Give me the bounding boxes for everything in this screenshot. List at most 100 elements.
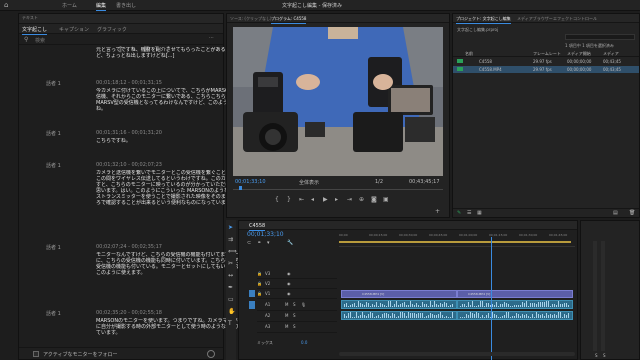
track-header-a3[interactable]: A3 M S bbox=[257, 322, 337, 333]
type-tool-icon[interactable]: T bbox=[228, 320, 232, 327]
mix-value[interactable]: 0.0 bbox=[301, 340, 307, 345]
solo-meter-button[interactable]: S bbox=[603, 353, 606, 358]
solo-button[interactable]: S bbox=[293, 302, 296, 307]
source-patch-v1[interactable] bbox=[249, 290, 255, 297]
playback-scrubber[interactable] bbox=[233, 186, 443, 190]
search-icon[interactable]: ⚲ bbox=[24, 36, 28, 43]
linked-icon[interactable]: ⚭ bbox=[257, 240, 261, 246]
tab-program[interactable]: プログラム: C4558 bbox=[271, 16, 307, 24]
project-row[interactable]: C4558 29.97 fps 00;00;00;00 00;43;45 bbox=[453, 58, 639, 65]
work-area-bar[interactable] bbox=[339, 241, 571, 243]
pen-icon[interactable]: ✎ bbox=[457, 210, 461, 216]
horizontal-scrollbar[interactable] bbox=[339, 352, 575, 356]
mute-button[interactable]: M bbox=[285, 302, 288, 307]
step-back-icon[interactable]: ◂ bbox=[311, 196, 314, 203]
track-header-a1[interactable]: A1 M S 🎙 bbox=[249, 300, 337, 311]
marker-icon[interactable]: ▾ bbox=[267, 240, 270, 246]
mic-icon[interactable]: 🎙 bbox=[301, 302, 306, 307]
tab-edit[interactable]: 編集 bbox=[96, 2, 107, 11]
slip-icon[interactable]: ↔ bbox=[228, 272, 233, 279]
rectangle-tool-icon[interactable]: ▭ bbox=[228, 296, 234, 303]
tab-sequence[interactable]: C4558 bbox=[249, 223, 266, 231]
track-header-v2[interactable]: V2 🔒 ◉ bbox=[257, 279, 337, 289]
home-icon[interactable]: ⌂ bbox=[4, 1, 8, 9]
audio-clip[interactable] bbox=[341, 300, 457, 309]
track-header-v1[interactable]: V1 🔒 ◉ bbox=[249, 289, 337, 299]
eye-icon[interactable]: ◉ bbox=[287, 291, 291, 296]
tab-graphics[interactable]: グラフィック bbox=[97, 26, 127, 33]
pen-tool-icon[interactable]: ✒ bbox=[228, 284, 233, 291]
compare-icon[interactable]: ▣ bbox=[383, 196, 389, 203]
program-timecode[interactable]: 00;01;33;10 bbox=[235, 179, 266, 185]
scale-dropdown[interactable]: 1/2 bbox=[375, 179, 383, 185]
tab-source[interactable]: ソース: (クリップなし) bbox=[230, 16, 272, 22]
icon-view-icon[interactable]: ▦ bbox=[477, 210, 482, 216]
wrench-icon[interactable]: 🔧 bbox=[287, 240, 293, 246]
col-fps[interactable]: フレームレート bbox=[533, 51, 561, 57]
tab-captions[interactable]: キャプション bbox=[59, 26, 89, 33]
tab-home[interactable]: ホーム bbox=[62, 2, 77, 9]
audio-clip[interactable] bbox=[457, 311, 573, 320]
mute-button[interactable]: M bbox=[285, 324, 288, 329]
playhead-marker[interactable] bbox=[239, 186, 242, 190]
lock-icon[interactable]: 🔒 bbox=[257, 291, 262, 296]
go-to-in-icon[interactable]: ⇤ bbox=[299, 196, 304, 203]
play-icon[interactable]: ▶ bbox=[323, 196, 328, 203]
solo-button[interactable]: S bbox=[293, 324, 296, 329]
col-media[interactable]: メディア bbox=[603, 51, 619, 57]
track-header-a2[interactable]: A2 M S bbox=[257, 311, 337, 322]
eye-icon[interactable]: ◉ bbox=[287, 281, 291, 286]
scroll-slider[interactable] bbox=[207, 350, 215, 358]
source-patch-a1[interactable] bbox=[249, 301, 255, 309]
project-row[interactable]: C4558.MP4 29.97 fps 00;00;00;00 00;43;45 bbox=[453, 66, 639, 73]
speaker-label[interactable]: 話者 1 bbox=[46, 244, 61, 251]
audio-clip[interactable] bbox=[341, 311, 457, 320]
speaker-label[interactable]: 話者 1 bbox=[46, 162, 61, 169]
razor-icon[interactable]: ✂ bbox=[228, 260, 233, 267]
lock-icon[interactable]: 🔒 bbox=[257, 281, 262, 286]
project-search-input[interactable] bbox=[565, 34, 635, 40]
tab-text[interactable]: テキスト bbox=[22, 15, 38, 21]
fit-dropdown[interactable]: 全体表示 bbox=[299, 179, 319, 186]
export-frame-icon[interactable]: ◙ bbox=[371, 196, 377, 203]
ripple-edit-icon[interactable]: ⟺ bbox=[228, 248, 237, 255]
track-header-v3[interactable]: V3 🔒 ◉ bbox=[257, 269, 337, 279]
track-select-icon[interactable]: ⇉ bbox=[228, 236, 233, 243]
more-options-icon[interactable]: ⋯ bbox=[209, 35, 214, 41]
timeline-timecode[interactable]: 00;01;33;10 bbox=[247, 231, 284, 238]
mark-out-icon[interactable]: } bbox=[287, 196, 291, 203]
follow-monitor-checkbox[interactable] bbox=[33, 351, 39, 357]
speaker-label[interactable]: 話者 1 bbox=[46, 310, 61, 317]
list-view-icon[interactable]: ☰ bbox=[467, 210, 471, 216]
tab-project[interactable]: プロジェクト: 文字起こし編集 bbox=[456, 16, 511, 24]
lock-icon[interactable]: 🔒 bbox=[257, 271, 262, 276]
speaker-label[interactable]: 話者 1 bbox=[46, 80, 61, 87]
selection-tool-icon[interactable]: ➤ bbox=[228, 224, 233, 231]
eye-icon[interactable]: ◉ bbox=[287, 271, 291, 276]
tab-effect-controls[interactable]: エフェクトコントロール bbox=[553, 16, 597, 22]
tab-media-browser[interactable]: メディアブラウザー bbox=[517, 16, 553, 22]
solo-button[interactable]: S bbox=[293, 313, 296, 318]
snap-icon[interactable]: ⊂ bbox=[247, 240, 251, 246]
col-name[interactable]: 名前 bbox=[465, 51, 473, 57]
new-item-icon[interactable]: ▤ bbox=[613, 210, 618, 216]
tab-export[interactable]: 書き出し bbox=[116, 2, 136, 9]
audio-clip[interactable] bbox=[457, 300, 573, 309]
video-frame[interactable] bbox=[233, 27, 443, 176]
insert-icon[interactable]: ⊕ bbox=[359, 196, 364, 203]
video-clip[interactable]: C4558.MP4 [V] bbox=[457, 290, 573, 298]
video-clip[interactable]: C4558.MP4 [V] bbox=[341, 290, 457, 298]
time-ruler[interactable]: 00;00 00;00;15;00 00;00;30;00 00;00;45;0… bbox=[339, 231, 575, 247]
mark-in-icon[interactable]: { bbox=[275, 196, 279, 203]
tab-transcript[interactable]: 文字起こし bbox=[22, 26, 48, 35]
go-to-out-icon[interactable]: ⇥ bbox=[347, 196, 352, 203]
mute-button[interactable]: M bbox=[285, 313, 288, 318]
col-start[interactable]: メディア開始 bbox=[567, 51, 591, 57]
playhead[interactable] bbox=[491, 237, 492, 360]
add-button-icon[interactable]: + bbox=[435, 208, 440, 215]
step-forward-icon[interactable]: ▸ bbox=[335, 196, 338, 203]
speaker-label[interactable]: 話者 1 bbox=[46, 130, 61, 137]
trash-icon[interactable]: 🗑 bbox=[629, 210, 635, 216]
hand-tool-icon[interactable]: ✋ bbox=[228, 308, 235, 315]
solo-meter-button[interactable]: S bbox=[595, 353, 598, 358]
